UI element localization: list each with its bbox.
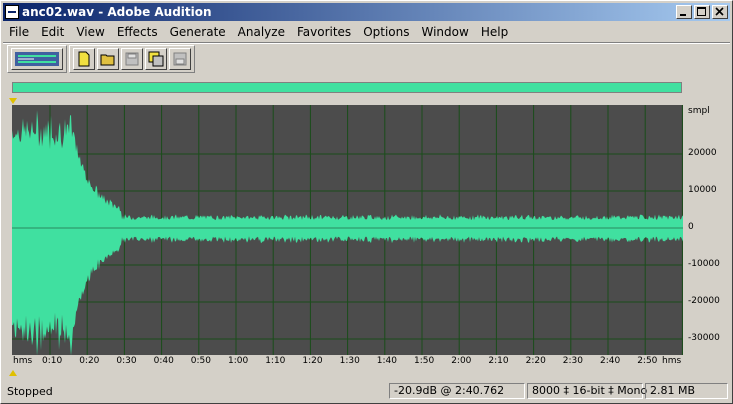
- toolbar-group-view: [7, 45, 67, 73]
- time-tick-label: 1:30: [339, 356, 360, 366]
- time-tick-label: 2:40: [600, 356, 621, 366]
- multitrack-toggle-button[interactable]: [11, 48, 63, 70]
- menu-view[interactable]: View: [70, 25, 110, 39]
- file-size-readout: 2.81 MB: [645, 383, 728, 399]
- time-tick-label: 2:30: [562, 356, 584, 366]
- waveform-display[interactable]: [12, 105, 683, 355]
- time-tick-label: 0:30: [116, 356, 137, 366]
- time-unit-left: hms: [13, 356, 33, 366]
- save-disk-icon: [125, 52, 139, 66]
- time-tick-label: 0:50: [190, 356, 212, 366]
- amplitude-label: 20000: [688, 148, 717, 158]
- time-tick-label: 1:20: [302, 356, 323, 366]
- maximize-icon: [697, 7, 706, 16]
- time-tick-label: 2:10: [488, 356, 509, 366]
- start-marker-bottom[interactable]: [9, 370, 17, 376]
- app-window: anc02.wav - Adobe Audition File Edit Vie…: [0, 0, 733, 404]
- amplitude-ruler: smpl 20000 10000 0 -10000 -20000 -30000: [684, 105, 730, 355]
- menu-edit[interactable]: Edit: [35, 25, 70, 39]
- overview-bar[interactable]: [12, 82, 682, 93]
- app-icon[interactable]: [5, 5, 19, 19]
- save-file-button[interactable]: [121, 48, 143, 70]
- close-button[interactable]: [712, 5, 728, 19]
- save-copy-icon: [148, 51, 164, 67]
- time-tick-label: 0:40: [153, 356, 174, 366]
- level-time-readout: -20.9dB @ 2:40.762: [389, 383, 525, 399]
- menu-generate[interactable]: Generate: [164, 25, 232, 39]
- amplitude-label: -30000: [688, 333, 720, 343]
- time-tick-label: 1:40: [376, 356, 398, 366]
- time-unit-right: hms: [662, 356, 682, 366]
- maximize-button[interactable]: [694, 5, 710, 19]
- menu-favorites[interactable]: Favorites: [291, 25, 357, 39]
- menu-help[interactable]: Help: [475, 25, 514, 39]
- menu-bar: File Edit View Effects Generate Analyze …: [3, 22, 730, 41]
- time-tick-label: 1:10: [265, 356, 286, 366]
- status-bar: Stopped -20.9dB @ 2:40.762 8000 ‡ 16-bit…: [3, 381, 730, 401]
- window-title: anc02.wav - Adobe Audition: [22, 5, 212, 19]
- toolbar-group-file: [69, 45, 195, 73]
- minimize-button[interactable]: [676, 5, 692, 19]
- amplitude-unit: smpl: [688, 106, 710, 116]
- save-all-icon: [173, 52, 187, 66]
- menu-window[interactable]: Window: [416, 25, 475, 39]
- playback-status: Stopped: [7, 385, 53, 398]
- save-copy-button[interactable]: [145, 48, 167, 70]
- time-tick-label: 2:00: [451, 356, 472, 366]
- amplitude-label: -10000: [688, 259, 720, 269]
- title-bar[interactable]: anc02.wav - Adobe Audition: [3, 3, 730, 21]
- time-tick-label: 1:00: [228, 356, 249, 366]
- close-icon: [715, 7, 724, 16]
- time-tick-label: 0:20: [79, 356, 100, 366]
- time-tick-label: 2:50: [637, 356, 658, 366]
- format-readout: 8000 ‡ 16-bit ‡ Mono: [527, 383, 647, 399]
- toolbar: [7, 45, 197, 73]
- new-file-icon: [78, 51, 90, 67]
- time-tick-label: 2:20: [525, 356, 546, 366]
- open-folder-icon: [100, 54, 115, 66]
- time-tick-label: 0:10: [42, 356, 63, 366]
- minimize-icon: [680, 14, 686, 16]
- waveform-canvas[interactable]: [12, 105, 683, 355]
- time-tick-label: 1:50: [414, 356, 435, 366]
- save-all-button[interactable]: [169, 48, 191, 70]
- new-file-button[interactable]: [73, 48, 95, 70]
- menu-options[interactable]: Options: [357, 25, 415, 39]
- menu-analyze[interactable]: Analyze: [232, 25, 291, 39]
- multitrack-view-icon: [15, 52, 59, 66]
- amplitude-label: 10000: [688, 185, 717, 195]
- amplitude-label: 0: [688, 222, 694, 232]
- menu-effects[interactable]: Effects: [111, 25, 164, 39]
- amplitude-label: -20000: [688, 296, 720, 306]
- toolbar-separator: [3, 42, 730, 44]
- open-file-button[interactable]: [97, 48, 119, 70]
- time-ruler: hms hms 0:10 0:20 0:30 0:40 0:50 1:00 1:10 1:20…: [12, 356, 683, 368]
- start-marker-top[interactable]: [9, 98, 17, 104]
- menu-file[interactable]: File: [3, 25, 35, 39]
- window-controls: [674, 5, 728, 19]
